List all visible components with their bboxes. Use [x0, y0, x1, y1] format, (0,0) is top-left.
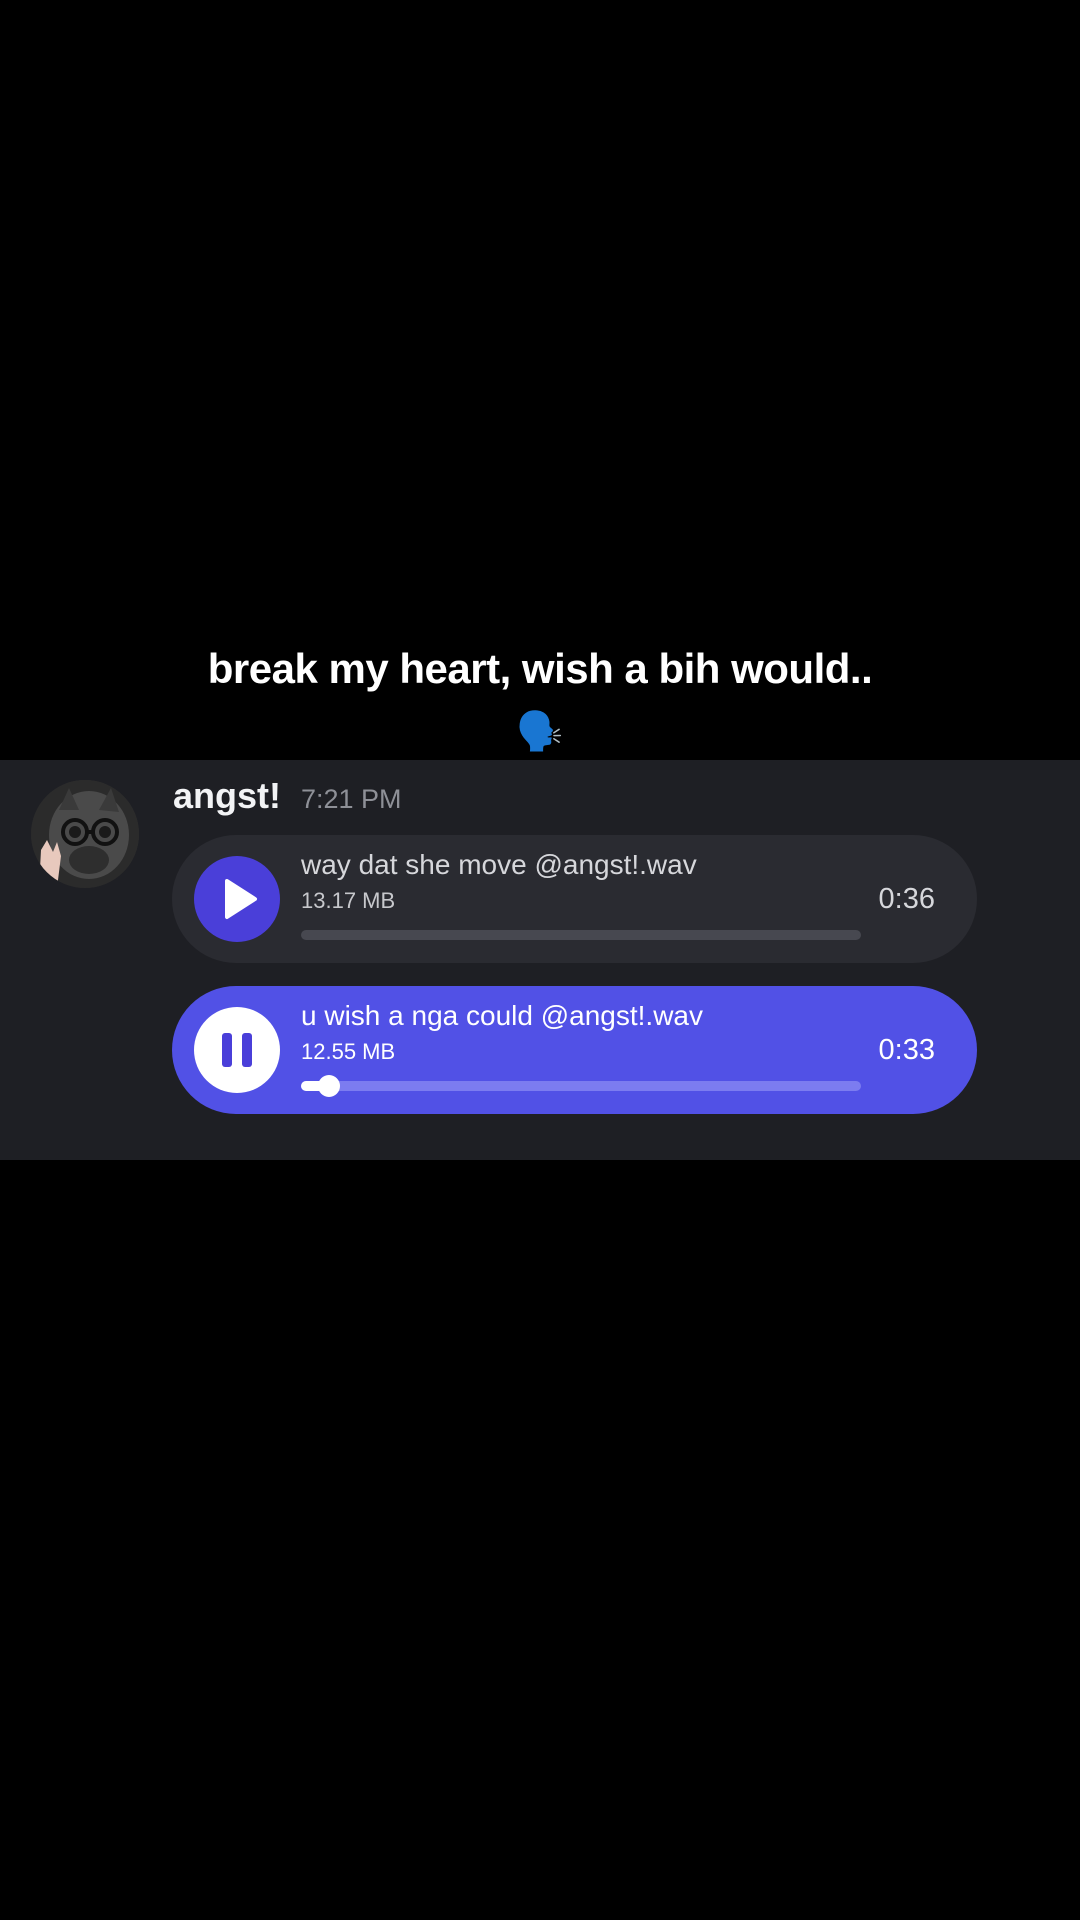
audio-file-size: 13.17 MB [301, 888, 396, 913]
caption-text: break my heart, wish a bih would.. [207, 645, 873, 692]
pause-icon [222, 1033, 252, 1067]
audio-duration: 0:33 [878, 1034, 935, 1066]
audio-file-name[interactable]: u wish a nga could @angst!.wav [301, 1000, 703, 1032]
play-icon [225, 879, 257, 919]
username[interactable]: angst! [173, 775, 281, 817]
speaking-head-icon: 🗣️ [516, 709, 564, 753]
screen: break my heart, wish a bih would.. 🗣️ an… [0, 0, 1080, 1920]
audio-progress-bar[interactable] [301, 930, 861, 940]
audio-attachment: way dat she move @angst!.wav 13.17 MB 0:… [172, 835, 977, 963]
audio-duration: 0:36 [878, 883, 935, 915]
avatar-image [31, 780, 139, 888]
play-button[interactable] [194, 856, 280, 942]
pause-button[interactable] [194, 1007, 280, 1093]
message-timestamp: 7:21 PM [301, 784, 402, 814]
audio-progress-bar[interactable] [301, 1075, 861, 1097]
audio-file-size: 12.55 MB [301, 1039, 396, 1064]
audio-attachment: u wish a nga could @angst!.wav 12.55 MB … [172, 986, 977, 1114]
avatar[interactable] [31, 780, 139, 888]
audio-file-name[interactable]: way dat she move @angst!.wav [301, 849, 697, 881]
audio-progress-thumb[interactable] [318, 1075, 340, 1097]
